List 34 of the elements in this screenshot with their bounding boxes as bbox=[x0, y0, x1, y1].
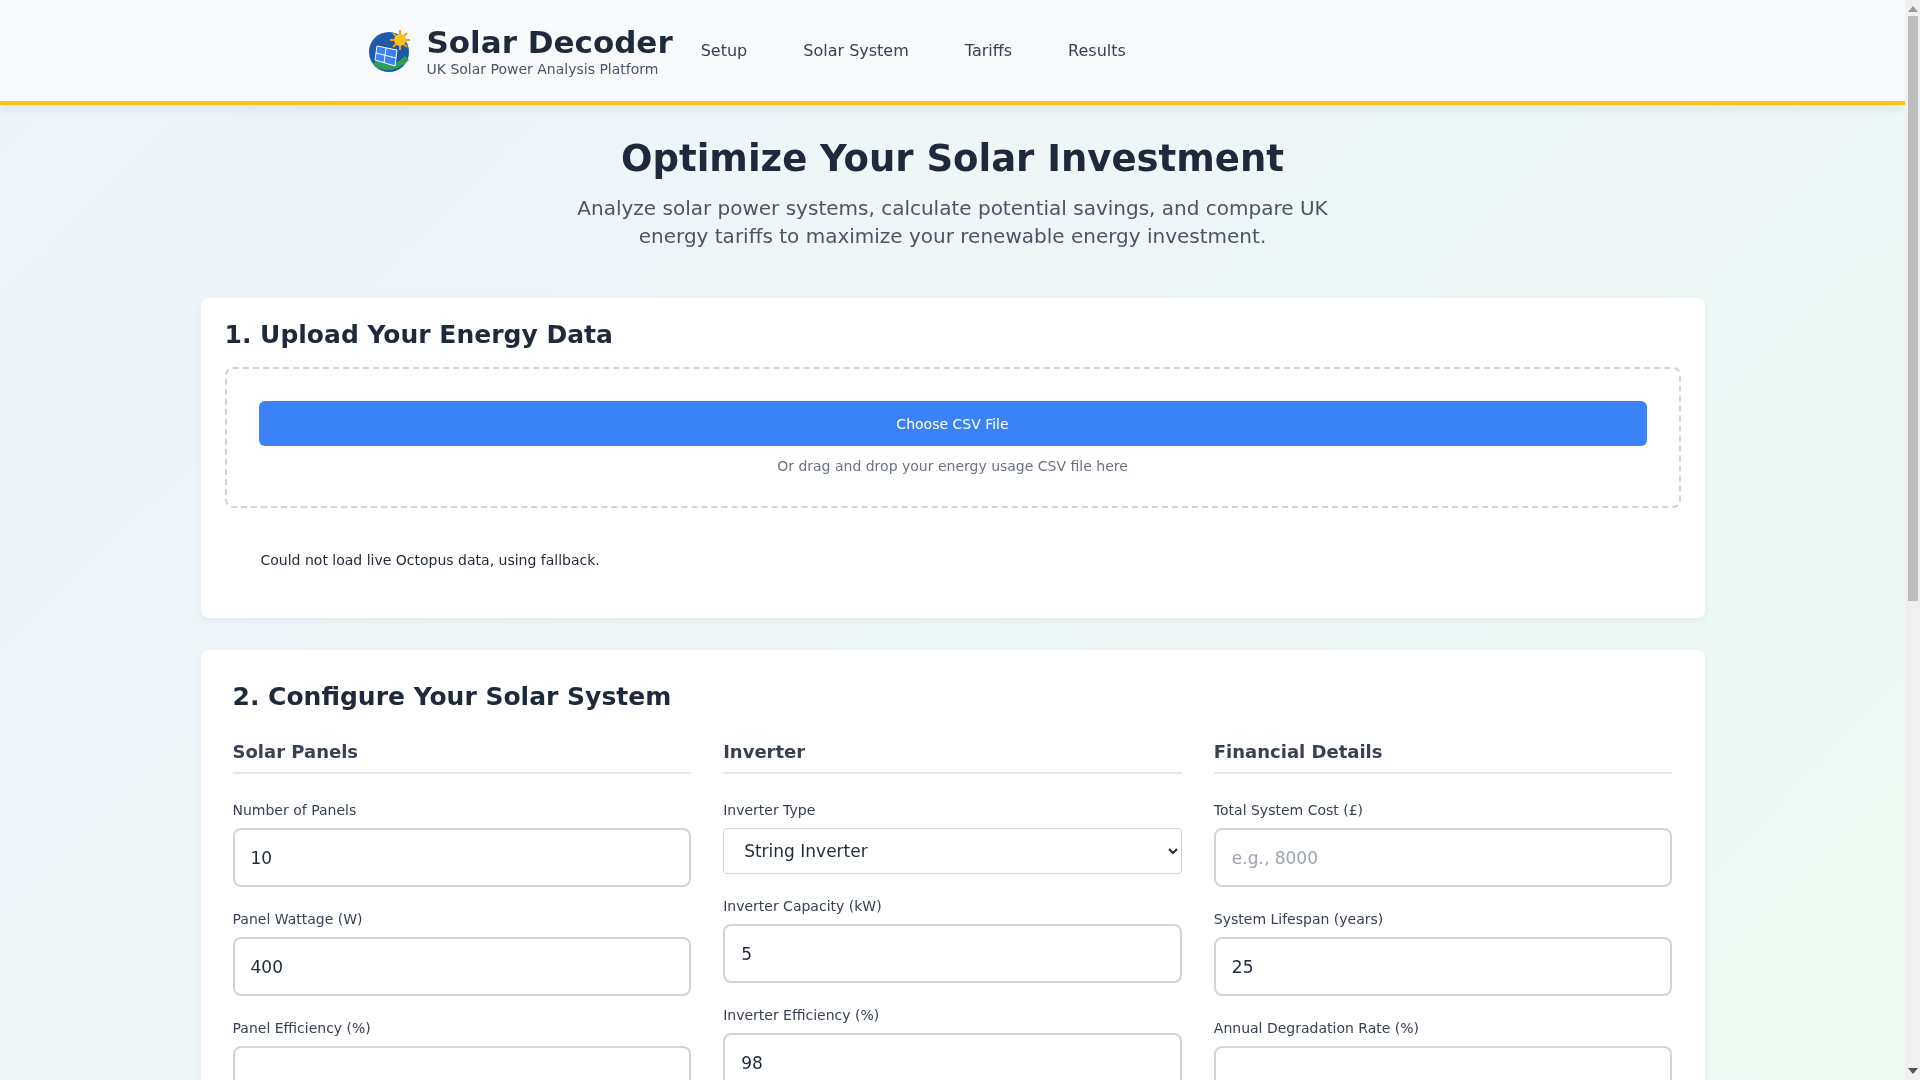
field-label: System Lifespan (years) bbox=[1213, 911, 1385, 927]
nav-link[interactable]: Solar System bbox=[803, 41, 909, 60]
nav-link[interactable]: Setup bbox=[700, 41, 748, 60]
app-tagline: UK Solar Power Analysis Platform bbox=[426, 61, 660, 78]
field-label: Inverter Efficiency (%) bbox=[723, 1007, 881, 1023]
input-field[interactable]: 5 bbox=[723, 924, 1182, 983]
choose-file-button[interactable]: Choose CSV File bbox=[258, 401, 1647, 446]
section-heading: 2. Configure Your Solar System bbox=[232, 682, 673, 711]
nav-link[interactable]: Results bbox=[1068, 41, 1126, 60]
field-label: Annual Degradation Rate (%) bbox=[1213, 1020, 1421, 1036]
input-field[interactable]: e.g., 8000 bbox=[1213, 828, 1673, 887]
input-field[interactable]: 98 bbox=[723, 1033, 1182, 1080]
field-label: Inverter Type bbox=[723, 802, 817, 818]
status-message: Could not load live Octopus data, using fallback. bbox=[260, 552, 600, 568]
field-label: Panel Efficiency (%) bbox=[232, 1020, 372, 1036]
page-subtitle: Analyze solar power systems, calculate potential savings, and compare UK energy tariffs to maximize your renewable energy investment. bbox=[576, 195, 1329, 250]
page-heading: Optimize Your Solar Investment bbox=[620, 137, 1285, 180]
section-heading: 1. Upload Your Energy Data bbox=[224, 320, 614, 349]
drop-zone[interactable]: Choose CSV File Or drag and drop your energy usage CSV file here bbox=[224, 367, 1681, 508]
field-label: Total System Cost (£) bbox=[1213, 802, 1365, 818]
app-title: Solar Decoder bbox=[426, 23, 673, 62]
input-field[interactable]: 10 bbox=[232, 828, 692, 887]
input-field[interactable]: 25 bbox=[1213, 937, 1673, 996]
column-heading: Solar Panels bbox=[232, 741, 692, 774]
column-heading: Inverter bbox=[723, 741, 1182, 774]
field-label: Number of Panels bbox=[232, 802, 358, 818]
field-label: Inverter Capacity (kW) bbox=[723, 898, 883, 914]
drop-hint: Or drag and drop your energy usage CSV file here bbox=[776, 458, 1129, 474]
field-label: Panel Wattage (W) bbox=[232, 911, 364, 927]
input-field[interactable]: 400 bbox=[232, 937, 692, 996]
column-heading: Financial Details bbox=[1213, 741, 1673, 774]
scrollbar[interactable] bbox=[1905, 0, 1920, 1080]
inverter-type-dropdown[interactable]: String Inverter bbox=[723, 828, 1182, 874]
nav-link[interactable]: Tariffs bbox=[964, 41, 1013, 60]
